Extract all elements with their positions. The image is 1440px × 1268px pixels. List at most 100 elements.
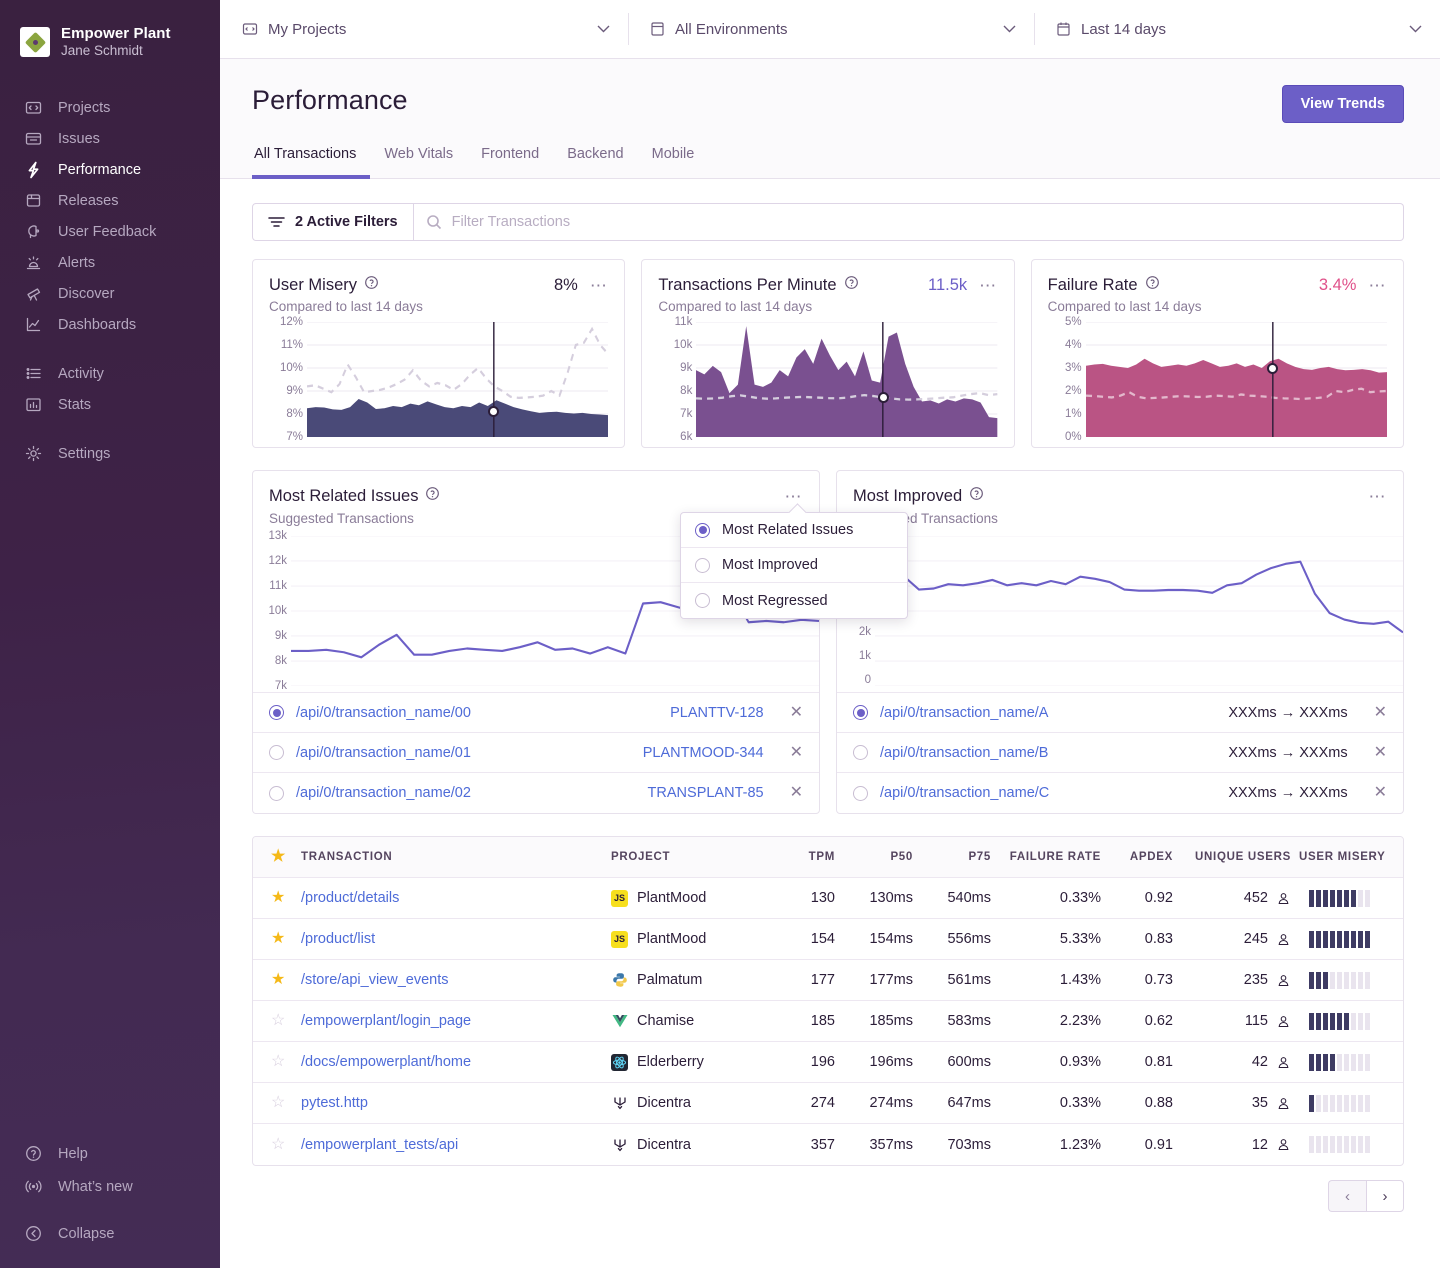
tab-frontend[interactable]: Frontend bbox=[467, 146, 553, 179]
dropdown-option-most-improved[interactable]: Most Improved bbox=[681, 548, 907, 583]
suggested-item-meta[interactable]: TRANSPLANT-85 bbox=[648, 785, 764, 801]
suggested-item-name[interactable]: /api/0/transaction_name/02 bbox=[296, 785, 636, 801]
table-row[interactable]: ★/store/api_view_eventsPalmatum177177ms5… bbox=[253, 960, 1403, 1001]
org-header[interactable]: Empower Plant Jane Schmidt bbox=[0, 18, 220, 66]
cell-project[interactable]: Elderberry bbox=[611, 1054, 773, 1071]
dropdown-option-radio[interactable] bbox=[695, 558, 710, 573]
table-row[interactable]: ☆/docs/empowerplant/homeElderberry196196… bbox=[253, 1042, 1403, 1083]
tab-mobile[interactable]: Mobile bbox=[638, 146, 709, 179]
star-icon[interactable]: ★ bbox=[271, 971, 285, 988]
star-icon[interactable]: ☆ bbox=[271, 1012, 285, 1029]
close-icon[interactable]: ✕ bbox=[1374, 785, 1387, 801]
suggested-item[interactable]: /api/0/transaction_name/00 PLANTTV-128 ✕ bbox=[253, 693, 819, 733]
sidebar-collapse-button[interactable]: Collapse bbox=[0, 1217, 220, 1250]
sidebar-item-performance[interactable]: Performance bbox=[0, 154, 220, 185]
favorite-cell[interactable]: ☆ bbox=[253, 1137, 301, 1153]
help-circle-icon[interactable] bbox=[425, 486, 440, 506]
table-row[interactable]: ☆/empowerplant_tests/apiDicentra357357ms… bbox=[253, 1124, 1403, 1165]
transaction-link[interactable]: /empowerplant_tests/api bbox=[301, 1137, 458, 1153]
suggested-item[interactable]: /api/0/transaction_name/BXXXms → XXXms✕ bbox=[837, 733, 1403, 773]
sidebar-item-stats[interactable]: Stats bbox=[0, 389, 220, 420]
suggested-item-radio[interactable] bbox=[853, 705, 868, 720]
suggested-item-name[interactable]: /api/0/transaction_name/00 bbox=[296, 705, 658, 721]
sidebar-footer-help[interactable]: Help bbox=[0, 1137, 220, 1170]
cell-project[interactable]: Dicentra bbox=[611, 1136, 773, 1153]
sidebar-item-issues[interactable]: Issues bbox=[0, 123, 220, 154]
column-header-p50[interactable]: P50 bbox=[835, 851, 913, 863]
sidebar-item-releases[interactable]: Releases bbox=[0, 185, 220, 216]
favorite-cell[interactable]: ★ bbox=[253, 931, 301, 947]
suggested-item-radio[interactable] bbox=[269, 705, 284, 720]
sidebar-item-activity[interactable]: Activity bbox=[0, 358, 220, 389]
column-header-tpm[interactable]: TPM bbox=[773, 851, 835, 863]
search-input[interactable] bbox=[452, 214, 1391, 230]
cell-project[interactable]: JSPlantMood bbox=[611, 890, 773, 907]
column-header-failure-rate[interactable]: FAILURE RATE bbox=[991, 851, 1101, 863]
suggested-item[interactable]: /api/0/transaction_name/01 PLANTMOOD-344 ✕ bbox=[253, 733, 819, 773]
column-header-user-misery[interactable]: USER MISERY bbox=[1291, 851, 1403, 863]
close-icon[interactable]: ✕ bbox=[790, 705, 803, 721]
suggested-item[interactable]: /api/0/transaction_name/CXXXms → XXXms✕ bbox=[837, 773, 1403, 813]
transaction-link[interactable]: /empowerplant/login_page bbox=[301, 1013, 471, 1029]
transaction-link[interactable]: pytest.http bbox=[301, 1095, 368, 1111]
previous-page-button[interactable]: ‹ bbox=[1328, 1180, 1366, 1212]
next-page-button[interactable]: › bbox=[1366, 1180, 1404, 1212]
favorite-cell[interactable]: ☆ bbox=[253, 1095, 301, 1111]
sidebar-item-dashboards[interactable]: Dashboards bbox=[0, 309, 220, 340]
dropdown-option-radio[interactable] bbox=[695, 523, 710, 538]
close-icon[interactable]: ✕ bbox=[790, 785, 803, 801]
dropdown-option-most-regressed[interactable]: Most Regressed bbox=[681, 583, 907, 618]
favorite-cell[interactable]: ☆ bbox=[253, 1054, 301, 1070]
cell-project[interactable]: Palmatum bbox=[611, 972, 773, 989]
transaction-link[interactable]: /product/list bbox=[301, 931, 375, 947]
cell-project[interactable]: Chamise bbox=[611, 1013, 773, 1030]
star-icon[interactable]: ☆ bbox=[271, 1094, 285, 1111]
star-icon[interactable]: ☆ bbox=[271, 1136, 285, 1153]
tab-all-transactions[interactable]: All Transactions bbox=[252, 146, 370, 179]
suggested-item-radio[interactable] bbox=[269, 745, 284, 760]
column-header-apdex[interactable]: APDEX bbox=[1101, 851, 1173, 863]
sidebar-item-discover[interactable]: Discover bbox=[0, 278, 220, 309]
card-menu-button[interactable]: ⋯ bbox=[1368, 277, 1387, 294]
sidebar-footer-what-s-new[interactable]: What’s new bbox=[0, 1170, 220, 1203]
help-circle-icon[interactable] bbox=[1145, 275, 1160, 295]
sidebar-item-projects[interactable]: Projects bbox=[0, 92, 220, 123]
close-icon[interactable]: ✕ bbox=[1374, 745, 1387, 761]
sidebar-item-alerts[interactable]: Alerts bbox=[0, 247, 220, 278]
view-trends-button[interactable]: View Trends bbox=[1282, 85, 1404, 123]
star-icon[interactable]: ★ bbox=[271, 889, 285, 906]
column-header-unique-users[interactable]: UNIQUE USERS bbox=[1173, 851, 1291, 863]
dropdown-option-radio[interactable] bbox=[695, 593, 710, 608]
dropdown-option-most-related-issues[interactable]: Most Related Issues bbox=[681, 513, 907, 548]
suggested-item-radio[interactable] bbox=[269, 786, 284, 801]
suggested-item-radio[interactable] bbox=[853, 786, 868, 801]
favorite-cell[interactable]: ☆ bbox=[253, 1013, 301, 1029]
table-row[interactable]: ☆pytest.httpDicentra274274ms647ms0.33%0.… bbox=[253, 1083, 1403, 1124]
star-icon[interactable]: ☆ bbox=[271, 1053, 285, 1070]
cell-project[interactable]: JSPlantMood bbox=[611, 931, 773, 948]
column-header-p75[interactable]: P75 bbox=[913, 851, 991, 863]
table-row[interactable]: ★/product/detailsJSPlantMood130130ms540m… bbox=[253, 878, 1403, 919]
favorite-cell[interactable]: ★ bbox=[253, 972, 301, 988]
transaction-link[interactable]: /store/api_view_events bbox=[301, 972, 449, 988]
suggested-item[interactable]: /api/0/transaction_name/02 TRANSPLANT-85 ✕ bbox=[253, 773, 819, 813]
suggested-card-menu-button[interactable]: ⋯ bbox=[1369, 488, 1388, 505]
close-icon[interactable]: ✕ bbox=[790, 745, 803, 761]
suggested-item-name[interactable]: /api/0/transaction_name/B bbox=[880, 745, 1216, 761]
time-range-selector[interactable]: Last 14 days bbox=[1034, 0, 1440, 58]
card-menu-button[interactable]: ⋯ bbox=[979, 277, 998, 294]
transaction-link[interactable]: /docs/empowerplant/home bbox=[301, 1054, 471, 1070]
suggested-item[interactable]: /api/0/transaction_name/AXXXms → XXXms✕ bbox=[837, 693, 1403, 733]
help-circle-icon[interactable] bbox=[969, 486, 984, 506]
suggested-item-name[interactable]: /api/0/transaction_name/01 bbox=[296, 745, 631, 761]
suggested-item-name[interactable]: /api/0/transaction_name/A bbox=[880, 705, 1216, 721]
table-row[interactable]: ★/product/listJSPlantMood154154ms556ms5.… bbox=[253, 919, 1403, 960]
suggested-item-meta[interactable]: PLANTTV-128 bbox=[670, 705, 764, 721]
cell-project[interactable]: Dicentra bbox=[611, 1095, 773, 1112]
help-circle-icon[interactable] bbox=[364, 275, 379, 295]
close-icon[interactable]: ✕ bbox=[1374, 705, 1387, 721]
suggested-item-meta[interactable]: PLANTMOOD-344 bbox=[643, 745, 764, 761]
tab-backend[interactable]: Backend bbox=[553, 146, 637, 179]
suggested-item-radio[interactable] bbox=[853, 745, 868, 760]
environment-selector[interactable]: All Environments bbox=[628, 0, 1034, 58]
